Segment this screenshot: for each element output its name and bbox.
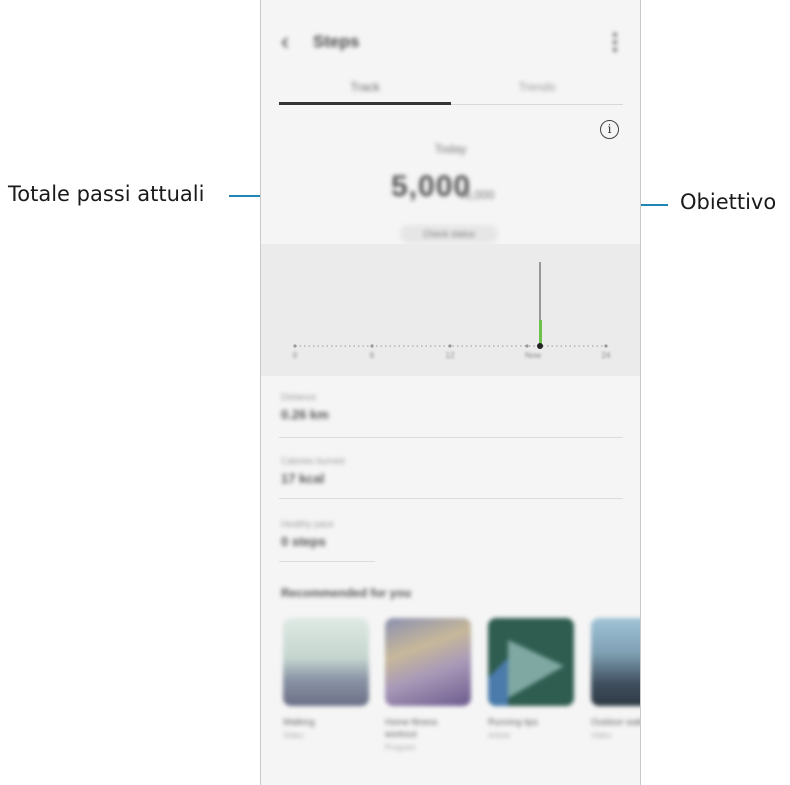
page-title: Steps	[313, 32, 360, 51]
card-thumbnail	[385, 618, 471, 706]
chart-tick	[604, 344, 608, 348]
stat-divider	[279, 498, 623, 499]
tab-trends[interactable]: Trends	[451, 70, 623, 104]
card-subtitle: Program	[385, 743, 416, 752]
app-bar: ‹ Steps ⋮	[261, 22, 640, 66]
steps-chart-svg: 0 6 12 Now 24	[293, 262, 611, 360]
callout-goal-label: Obiettivo	[680, 190, 777, 214]
stat-divider	[279, 437, 623, 438]
chart-tick	[293, 344, 297, 348]
stat-calories: Calories burned 17 kcal	[281, 456, 623, 486]
stat-label: Healthy pace	[281, 519, 334, 529]
recommended-card[interactable]: Running tips Article	[488, 618, 574, 741]
phone-screen: ‹ Steps ⋮ Track Trends i Today 5,000 /6,…	[260, 0, 641, 785]
steps-goal: /6,000	[461, 188, 495, 202]
card-title: Outdoor walks	[591, 717, 640, 727]
callout-current-steps-label: Totale passi attuali	[8, 182, 205, 206]
recommended-card[interactable]: Walking Video	[283, 618, 369, 741]
tab-track[interactable]: Track	[279, 70, 451, 104]
day-label: Today	[434, 142, 467, 156]
stat-label: Distance	[281, 392, 317, 402]
tab-selected-indicator	[279, 102, 451, 105]
card-subtitle: Video	[591, 731, 612, 740]
card-thumbnail	[591, 618, 640, 706]
info-icon[interactable]: i	[600, 120, 619, 139]
steps-bar	[539, 320, 542, 345]
tab-bar: Track Trends	[279, 70, 623, 106]
play-icon	[488, 618, 574, 706]
recommended-card[interactable]: Home fitness workout Program	[385, 618, 471, 753]
chart-tick	[525, 344, 529, 348]
chart-tick	[370, 344, 374, 348]
stat-healthy-pace: Healthy pace 0 steps	[281, 519, 623, 549]
card-subtitle: Article	[488, 731, 511, 740]
goal-status-button[interactable]: Check status	[400, 225, 498, 243]
card-thumbnail	[488, 618, 574, 706]
x-axis-label: Now	[525, 351, 541, 360]
recommended-card[interactable]: Outdoor walks Video	[591, 618, 640, 741]
stat-value: 0.26 km	[281, 407, 329, 422]
card-title: Running tips	[488, 717, 539, 727]
x-axis-label: 6	[370, 351, 375, 360]
chart-tick	[448, 344, 452, 348]
stat-distance: Distance 0.26 km	[281, 392, 623, 422]
current-steps-count: 5,000	[391, 170, 472, 203]
card-title: Home fitness workout	[385, 717, 438, 739]
more-options-icon[interactable]: ⋮	[604, 28, 626, 56]
stat-value: 0 steps	[281, 534, 326, 549]
now-dot	[537, 343, 543, 349]
card-title: Walking	[283, 717, 315, 727]
stat-divider	[279, 561, 375, 562]
stat-label: Calories burned	[281, 456, 345, 466]
card-subtitle: Video	[283, 731, 304, 740]
steps-chart: 0 6 12 Now 24	[261, 244, 640, 376]
back-icon[interactable]: ‹	[281, 28, 305, 56]
x-axis-label: 24	[602, 351, 611, 360]
stat-value: 17 kcal	[281, 471, 325, 486]
card-thumbnail	[283, 618, 369, 706]
x-axis-label: 12	[446, 351, 455, 360]
x-axis-label: 0	[293, 351, 298, 360]
recommended-title: Recommended for you	[281, 586, 412, 600]
